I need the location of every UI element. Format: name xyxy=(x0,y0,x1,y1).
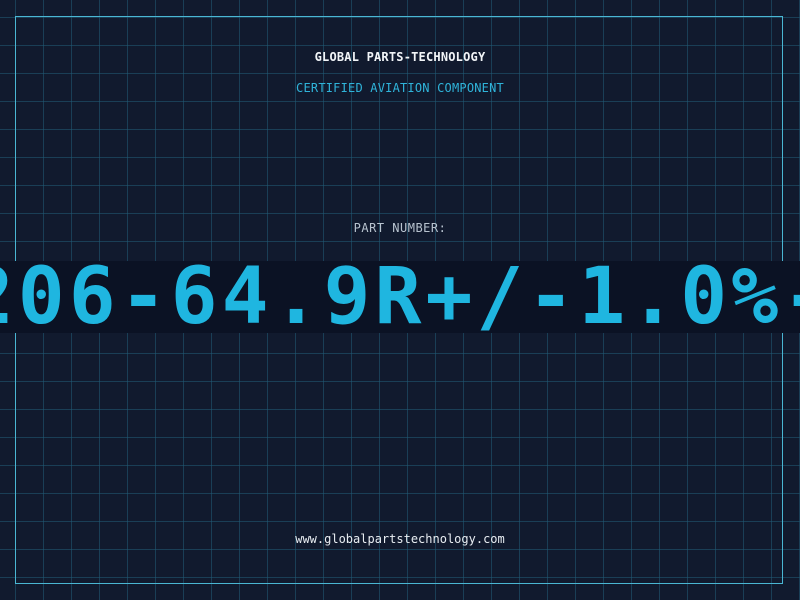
part-number-label: PART NUMBER: xyxy=(353,221,447,235)
part-number-value: 1206-64.9R+/-1.0%-T xyxy=(0,252,800,342)
website-url[interactable]: www.globalpartstechnology.com xyxy=(0,532,800,546)
part-card: GLOBAL PARTS-TECHNOLOGY CERTIFIED AVIATI… xyxy=(0,0,800,600)
company-name: GLOBAL PARTS-TECHNOLOGY xyxy=(314,50,486,64)
certification-subtitle: CERTIFIED AVIATION COMPONENT xyxy=(296,81,504,95)
